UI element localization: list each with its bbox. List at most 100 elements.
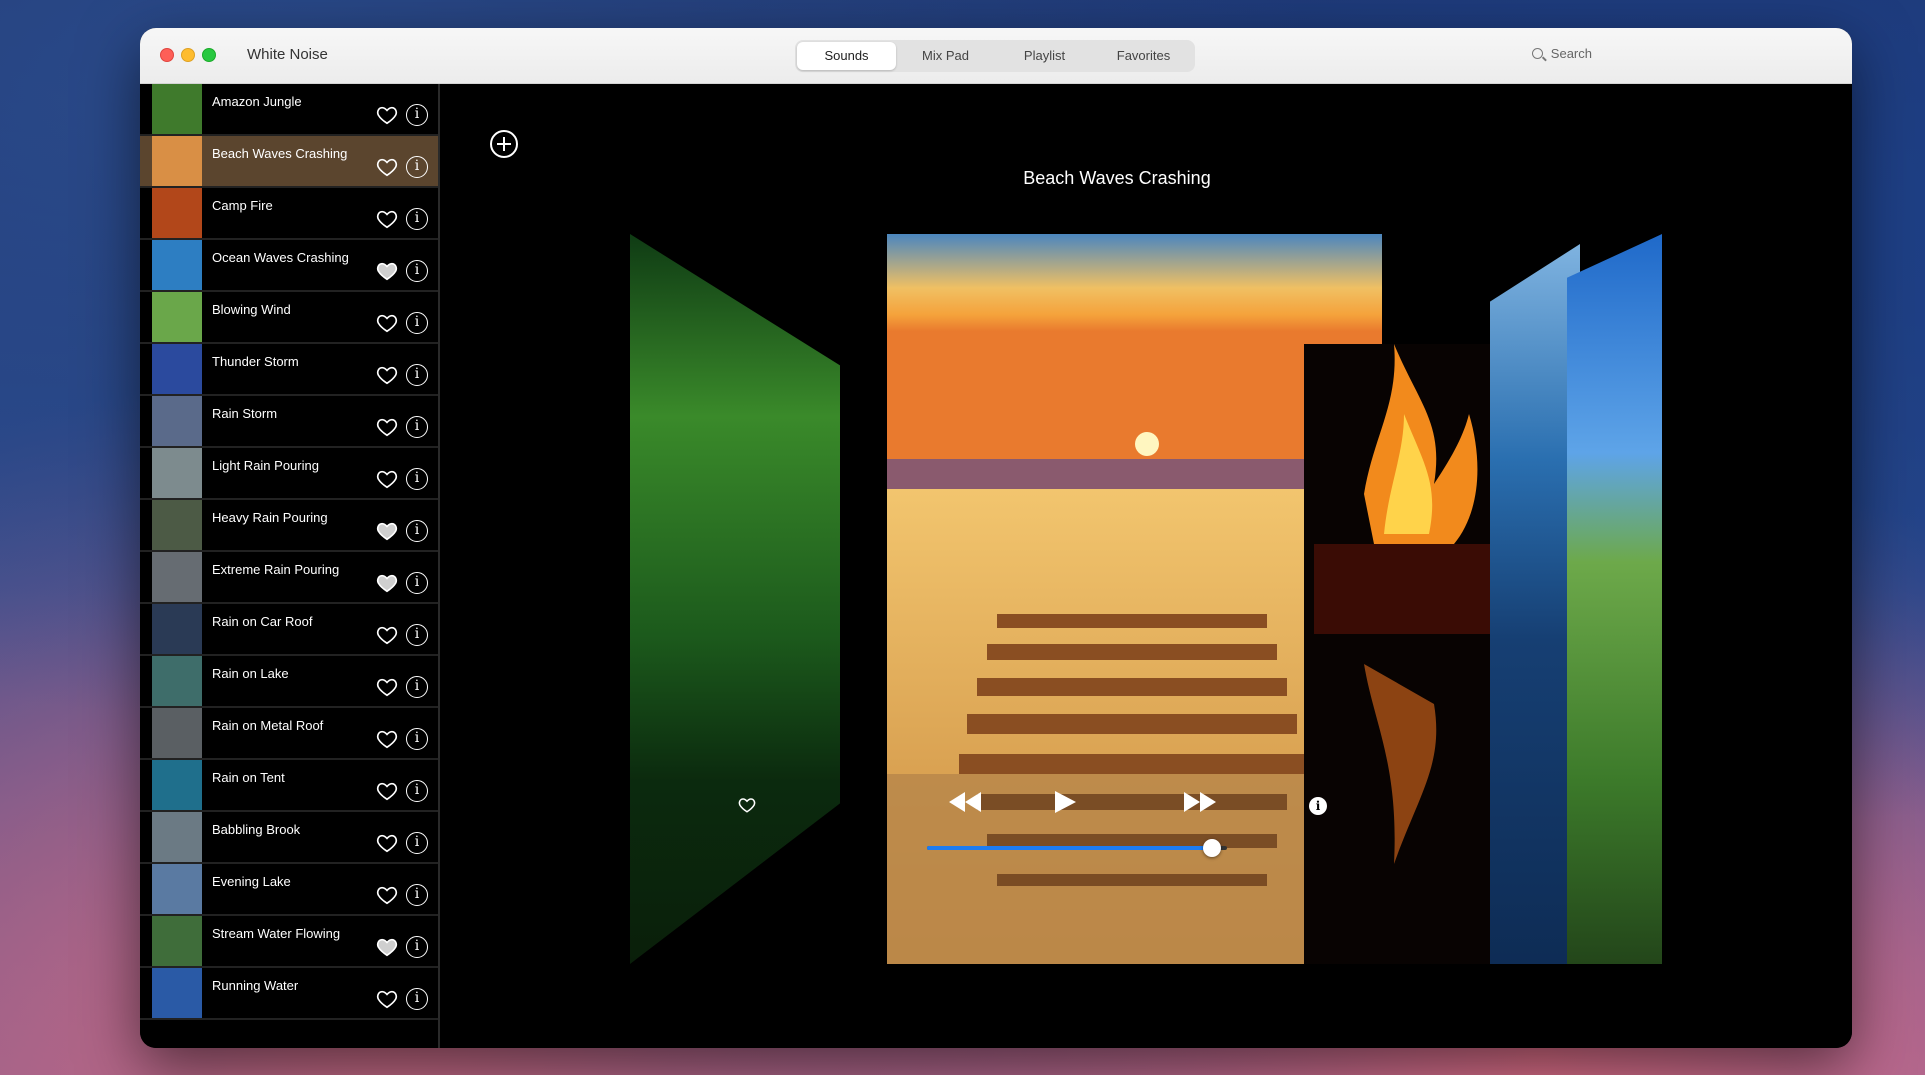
minimize-window-button[interactable] (181, 48, 195, 62)
heart-icon[interactable] (376, 728, 398, 750)
heart-icon[interactable] (376, 104, 398, 126)
sound-label: Running Water (212, 978, 299, 993)
tab-mix-pad[interactable]: Mix Pad (896, 42, 995, 70)
sound-row[interactable]: Rain Storm i (140, 396, 438, 448)
sound-row[interactable]: Extreme Rain Pouring i (140, 552, 438, 604)
heart-icon[interactable] (376, 676, 398, 698)
ocean-card[interactable] (1490, 244, 1580, 964)
slider-knob[interactable] (1203, 839, 1221, 857)
info-icon[interactable]: i (406, 416, 428, 438)
heart-icon[interactable] (376, 312, 398, 334)
info-icon[interactable]: i (406, 520, 428, 542)
sound-thumbnail (152, 344, 202, 394)
heart-icon[interactable] (376, 416, 398, 438)
volume-slider[interactable] (927, 839, 1227, 857)
jungle-card[interactable] (630, 234, 840, 964)
rewind-button[interactable] (947, 790, 983, 814)
info-icon[interactable]: i (406, 988, 428, 1010)
sound-thumbnail (152, 292, 202, 342)
sound-thumbnail (152, 604, 202, 654)
info-icon[interactable]: i (406, 780, 428, 802)
sound-label: Rain on Metal Roof (212, 718, 324, 733)
favorited-heart-icon[interactable] (376, 572, 398, 594)
sound-label: Extreme Rain Pouring (212, 562, 340, 577)
sound-row[interactable]: Running Water i (140, 968, 438, 1020)
sound-row[interactable]: Rain on Metal Roof i (140, 708, 438, 760)
sound-row[interactable]: Evening Lake i (140, 864, 438, 916)
info-icon[interactable]: i (406, 104, 428, 126)
wind-card[interactable] (1567, 234, 1662, 964)
sound-label: Thunder Storm (212, 354, 299, 369)
info-icon[interactable]: i (406, 572, 428, 594)
info-icon[interactable]: i (406, 312, 428, 334)
sound-row[interactable]: Blowing Wind i (140, 292, 438, 344)
sound-row[interactable]: Rain on Tent i (140, 760, 438, 812)
sound-label: Light Rain Pouring (212, 458, 319, 473)
sound-label: Rain on Lake (212, 666, 289, 681)
sound-row[interactable]: Babbling Brook i (140, 812, 438, 864)
search-field[interactable]: Search (1531, 46, 1592, 61)
tab-sounds[interactable]: Sounds (797, 42, 896, 70)
sound-label: Heavy Rain Pouring (212, 510, 328, 525)
sound-row[interactable]: Amazon Jungle i (140, 84, 438, 136)
sound-thumbnail (152, 240, 202, 290)
heart-icon[interactable] (376, 988, 398, 1010)
sound-row[interactable]: Thunder Storm i (140, 344, 438, 396)
sound-thumbnail (152, 188, 202, 238)
sound-label: Rain Storm (212, 406, 278, 421)
sound-row[interactable]: Heavy Rain Pouring i (140, 500, 438, 552)
play-button[interactable] (1052, 790, 1078, 814)
app-window: White Noise Sounds Mix Pad Playlist Favo… (140, 28, 1852, 1048)
sound-thumbnail (152, 136, 202, 186)
heart-icon[interactable] (376, 832, 398, 854)
sound-label: Stream Water Flowing (212, 926, 341, 941)
search-icon (1531, 48, 1543, 59)
close-window-button[interactable] (160, 48, 174, 62)
favorited-heart-icon[interactable] (376, 260, 398, 282)
heart-icon[interactable] (376, 780, 398, 802)
info-icon[interactable]: i (406, 364, 428, 386)
sound-row[interactable]: Beach Waves Crashing i (140, 136, 438, 188)
now-playing-title: Beach Waves Crashing (1023, 168, 1211, 188)
favorited-heart-icon[interactable] (376, 520, 398, 542)
sound-label: Ocean Waves Crashing (212, 250, 349, 265)
heart-icon[interactable] (376, 468, 398, 490)
tab-favorites[interactable]: Favorites (1094, 42, 1193, 70)
sound-row[interactable]: Camp Fire i (140, 188, 438, 240)
info-icon[interactable]: i (406, 676, 428, 698)
info-icon[interactable]: i (406, 728, 428, 750)
sound-label: Evening Lake (212, 874, 291, 889)
tab-playlist[interactable]: Playlist (995, 42, 1094, 70)
favorited-heart-icon[interactable] (376, 936, 398, 958)
slider-fill (927, 846, 1212, 850)
info-icon[interactable]: i (406, 832, 428, 854)
info-icon[interactable]: i (406, 208, 428, 230)
heart-icon[interactable] (376, 156, 398, 178)
sound-row[interactable]: Rain on Car Roof i (140, 604, 438, 656)
sound-label: Rain on Tent (212, 770, 285, 785)
sound-row[interactable]: Ocean Waves Crashing i (140, 240, 438, 292)
sound-thumbnail (152, 396, 202, 446)
heart-icon[interactable] (376, 884, 398, 906)
info-icon[interactable]: i (406, 468, 428, 490)
favorite-heart-icon[interactable] (738, 796, 756, 814)
info-icon[interactable]: i (406, 260, 428, 282)
zoom-window-button[interactable] (202, 48, 216, 62)
info-icon[interactable]: i (406, 624, 428, 646)
sound-info-button[interactable]: i (1309, 797, 1327, 815)
heart-icon[interactable] (376, 624, 398, 646)
sound-thumbnail (152, 968, 202, 1018)
add-sound-button[interactable] (490, 130, 518, 158)
info-icon[interactable]: i (406, 884, 428, 906)
sound-row[interactable]: Stream Water Flowing i (140, 916, 438, 968)
heart-icon[interactable] (376, 208, 398, 230)
sound-label: Blowing Wind (212, 302, 291, 317)
info-icon[interactable]: i (406, 936, 428, 958)
sound-thumbnail (152, 84, 202, 134)
sound-row[interactable]: Rain on Lake i (140, 656, 438, 708)
heart-icon[interactable] (376, 364, 398, 386)
sound-thumbnail (152, 552, 202, 602)
sound-row[interactable]: Light Rain Pouring i (140, 448, 438, 500)
fast-forward-button[interactable] (1182, 790, 1218, 814)
view-tabs: Sounds Mix Pad Playlist Favorites (795, 40, 1195, 72)
